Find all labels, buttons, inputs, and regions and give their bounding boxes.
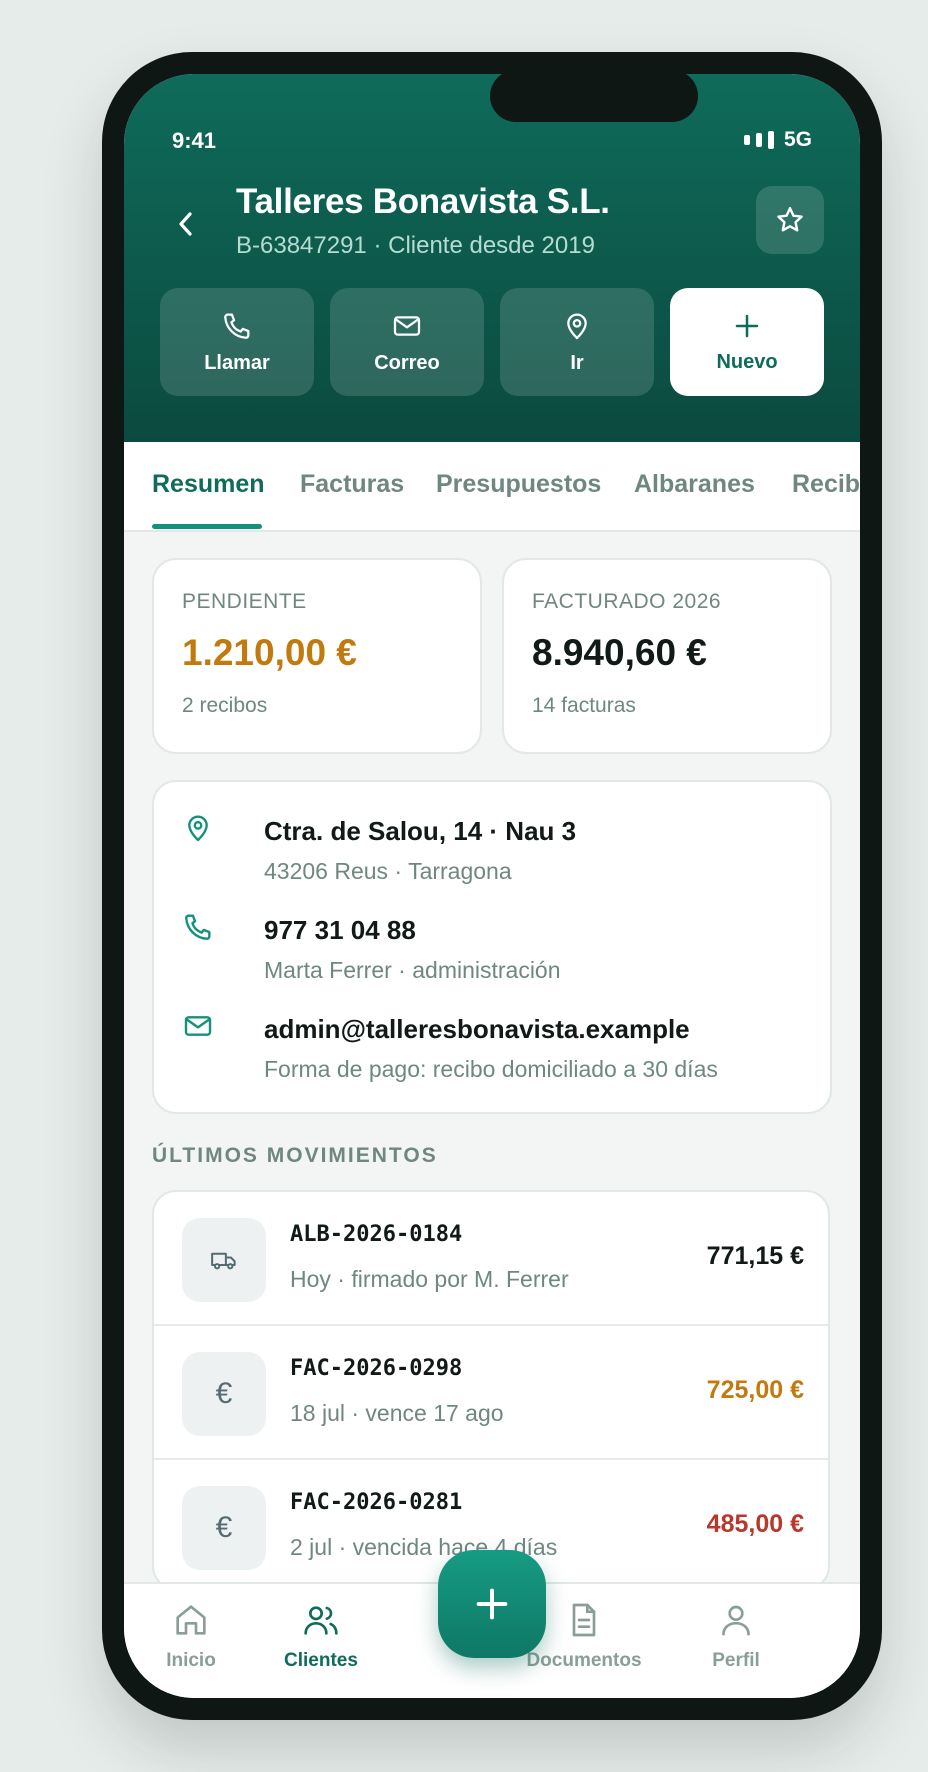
add-fab-button[interactable] <box>438 1550 546 1658</box>
tab-recibos[interactable]: Recibos <box>792 470 860 499</box>
quick-actions: Llamar Correo Ir Nuevo <box>160 288 824 396</box>
document-code: ALB-2026-0184 <box>290 1222 463 1247</box>
pending-amount: 1.210,00 € <box>182 632 357 673</box>
movement-detail: Hoy · firmado por M. Ferrer <box>290 1266 569 1292</box>
signal-icon <box>743 131 774 149</box>
payment-terms: Forma de pago: recibo domiciliado a 30 d… <box>264 1056 718 1082</box>
contact-card: Ctra. de Salou, 14 · Nau 3 43206 Reus · … <box>152 780 832 1114</box>
billed-amount: 8.940,60 € <box>532 632 707 673</box>
plus-icon <box>735 314 759 337</box>
truck-icon <box>182 1218 266 1302</box>
page-title: Talleres Bonavista S.L. <box>236 182 610 221</box>
nav-profile-label: Perfil <box>712 1650 760 1671</box>
tab-facturas[interactable]: Facturas <box>300 470 404 499</box>
nav-profile[interactable]: Perfil <box>666 1600 806 1672</box>
billed-card[interactable]: FACTURADO 2026 8.940,60 € 14 facturas <box>502 558 832 754</box>
billed-label: FACTURADO 2026 <box>532 590 722 613</box>
section-tabs: Resumen Facturas Presupuestos Albaranes … <box>124 442 860 532</box>
pending-count: 2 recibos <box>182 694 268 717</box>
document-code: FAC-2026-0281 <box>290 1490 463 1515</box>
plus-icon <box>476 1588 508 1620</box>
directions-button[interactable]: Ir <box>500 288 654 396</box>
network-label: 5G <box>783 128 812 151</box>
mail-icon <box>393 315 421 336</box>
directions-label: Ir <box>570 351 584 374</box>
status-bar-right: 5G <box>743 128 812 152</box>
movement-amount: 725,00 € <box>706 1376 804 1404</box>
address-city: 43206 Reus · Tarragona <box>264 858 512 884</box>
document-code: FAC-2026-0298 <box>290 1356 463 1381</box>
nav-clients-label: Clientes <box>284 1650 358 1671</box>
tab-resumen[interactable]: Resumen <box>152 470 265 499</box>
favorite-button[interactable] <box>756 186 824 254</box>
phone-icon <box>185 914 211 940</box>
chevron-left-icon <box>179 212 192 236</box>
nav-home[interactable]: Inicio <box>124 1600 261 1672</box>
new-label: Nuevo <box>716 350 778 373</box>
nav-home-label: Inicio <box>166 1650 216 1671</box>
euro-icon: € <box>182 1486 266 1570</box>
movement-amount: 771,15 € <box>706 1242 804 1270</box>
page-subtitle: B-63847291 · Cliente desde 2019 <box>236 232 595 259</box>
camera-notch <box>490 70 698 122</box>
pending-card[interactable]: PENDIENTE 1.210,00 € 2 recibos <box>152 558 482 754</box>
user-icon <box>722 1605 750 1636</box>
email-address: admin@talleresbonavista.example <box>264 1014 690 1044</box>
active-tab-indicator <box>152 524 262 529</box>
users-icon <box>304 1606 338 1635</box>
phone-number: 977 31 04 88 <box>264 915 416 945</box>
map-pin-icon <box>188 815 208 842</box>
billed-count: 14 facturas <box>532 694 636 717</box>
movement-row[interactable]: € FAC-2026-0298 18 jul · vence 17 ago 72… <box>154 1326 828 1460</box>
movements-list: ALB-2026-0184 Hoy · firmado por M. Ferre… <box>152 1190 830 1590</box>
phone-icon <box>224 313 250 339</box>
movement-row[interactable]: ALB-2026-0184 Hoy · firmado por M. Ferre… <box>154 1192 828 1326</box>
back-button[interactable] <box>166 204 206 244</box>
address-line: Ctra. de Salou, 14 · Nau 3 <box>264 816 577 846</box>
movements-title: ÚLTIMOS MOVIMIENTOS <box>152 1144 438 1167</box>
phone-contact: Marta Ferrer · administración <box>264 957 561 983</box>
email-button[interactable]: Correo <box>330 288 484 396</box>
tab-presupuestos[interactable]: Presupuestos <box>436 470 601 499</box>
call-button[interactable]: Llamar <box>160 288 314 396</box>
euro-icon: € <box>182 1352 266 1436</box>
call-label: Llamar <box>204 351 270 374</box>
movement-detail: 18 jul · vence 17 ago <box>290 1400 504 1426</box>
mail-icon <box>184 1016 212 1036</box>
new-document-button[interactable]: Nuevo <box>670 288 824 396</box>
document-icon <box>572 1603 596 1637</box>
star-icon <box>777 207 803 232</box>
status-time: 9:41 <box>172 128 217 153</box>
app-screen: 9:41 5G Talleres Bonavista S.L. B-638472… <box>124 74 860 1698</box>
email-label: Correo <box>374 351 440 374</box>
nav-documents-label: Documentos <box>526 1650 642 1671</box>
nav-clients[interactable]: Clientes <box>251 1600 391 1672</box>
tab-albaranes[interactable]: Albaranes <box>634 470 755 499</box>
map-pin-icon <box>567 313 587 339</box>
pending-label: PENDIENTE <box>182 590 307 613</box>
client-header: 9:41 5G Talleres Bonavista S.L. B-638472… <box>124 74 860 442</box>
movement-amount: 485,00 € <box>706 1510 804 1538</box>
home-icon <box>176 1605 206 1635</box>
